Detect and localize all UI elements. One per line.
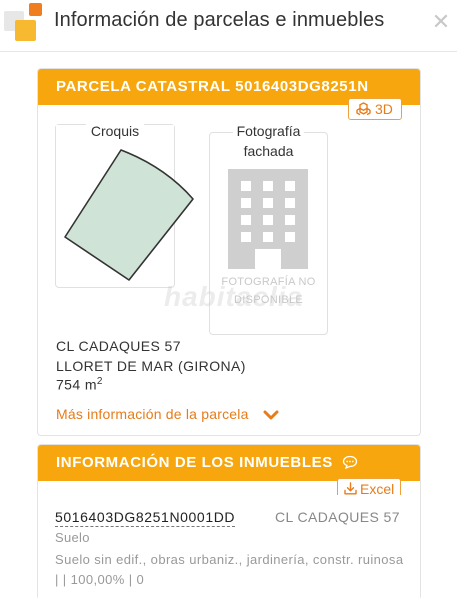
view-3d-button[interactable]: 3D (348, 98, 402, 120)
foto-label-line2: fachada (239, 143, 298, 159)
close-icon[interactable]: ✕ (431, 11, 451, 33)
inmuebles-header: INFORMACIÓN DE LOS INMUEBLES (38, 445, 420, 481)
cubes-3d-icon (356, 102, 371, 116)
inmuebles-title: INFORMACIÓN DE LOS INMUEBLES (56, 454, 333, 471)
dialog-header: Información de parcelas e inmuebles ✕ (0, 0, 457, 52)
parcel-area-value: 754 m (56, 376, 97, 393)
chevron-down-icon (263, 410, 279, 420)
inmueble-use: Suelo (55, 530, 90, 545)
download-icon (344, 482, 357, 495)
view-3d-label: 3D (375, 101, 393, 117)
dialog-title: Información de parcelas e inmuebles (54, 9, 385, 31)
address-line2: LLORET DE MAR (GIRONA) (56, 358, 246, 374)
inmueble-ref-link[interactable]: 5016403DG8251N0001DD (55, 509, 236, 527)
inmueble-description: Suelo sin edif., obras urbaniz., jardine… (55, 552, 404, 587)
foto-label-line1: Fotografía (232, 123, 305, 139)
parcela-card: PARCELA CATASTRAL 5016403DG8251N 3D Croq… (37, 68, 421, 436)
more-info-label: Más información de la parcela (56, 406, 249, 422)
parcel-area: 754 m2 (56, 376, 103, 393)
address-line1: CL CADAQUES 57 (56, 338, 181, 354)
more-info-link[interactable]: Más información de la parcela (56, 406, 279, 422)
inmuebles-card: INFORMACIÓN DE LOS INMUEBLES Excel 50164… (37, 444, 421, 600)
habitaclia-logo (4, 3, 42, 41)
parcel-sketch (64, 149, 194, 281)
inmueble-street: CL CADAQUES 57 (275, 509, 400, 525)
croquis-panel[interactable]: Croquis (55, 123, 194, 288)
building-icon (228, 169, 308, 269)
list-item: 5016403DG8251N0001DD CL CADAQUES 57 Suel… (38, 495, 420, 600)
parcel-area-unit-sup: 2 (96, 376, 103, 387)
croquis-label: Croquis (85, 123, 145, 139)
watermark: habitaclia (164, 281, 304, 312)
chat-bubble-icon (342, 455, 357, 469)
